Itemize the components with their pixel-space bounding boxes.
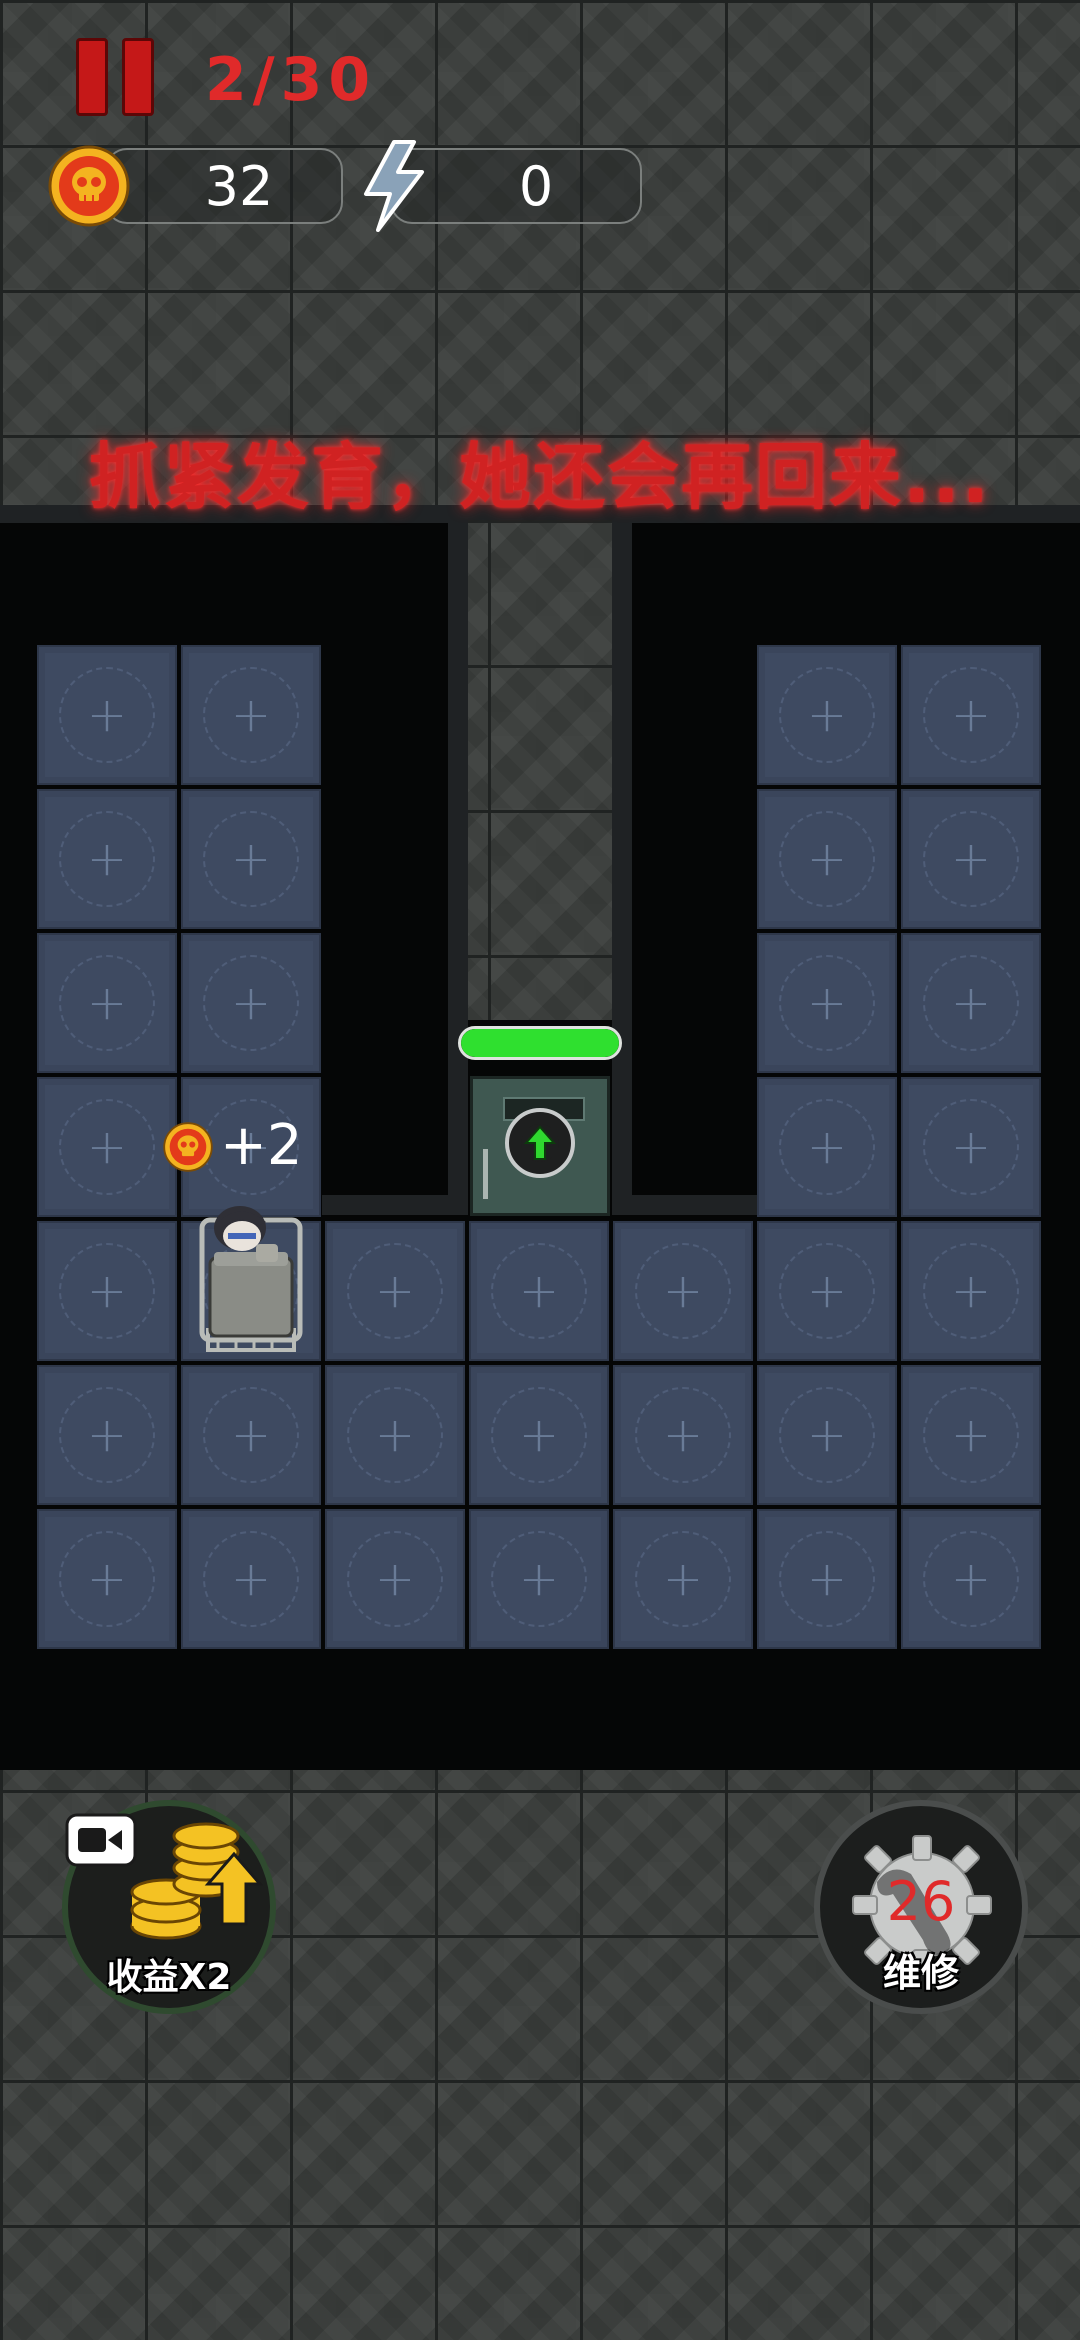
floor-tile[interactable] xyxy=(901,1221,1041,1361)
floor-tile[interactable] xyxy=(469,1365,609,1505)
pause-icon-bar xyxy=(122,38,154,116)
floor-tile[interactable] xyxy=(757,1077,897,1217)
reward-amount: +2 xyxy=(220,1113,303,1178)
coin-counter: 32 xyxy=(105,148,343,224)
room-ledge-right xyxy=(612,1195,758,1215)
door-upgrade-button[interactable] xyxy=(505,1108,575,1178)
floor-tile[interactable] xyxy=(37,1077,177,1217)
floor-tile[interactable] xyxy=(37,789,177,929)
door-health-fill xyxy=(461,1029,619,1057)
income-x2-button[interactable]: 收益X2 xyxy=(62,1800,276,2014)
floor-tile[interactable] xyxy=(181,1365,321,1505)
warning-message: 抓紧发育，她还会再回来... xyxy=(88,435,992,519)
skull-coin-icon xyxy=(48,145,130,227)
floor-tile[interactable] xyxy=(325,1509,465,1649)
room-ledge-left xyxy=(322,1195,468,1215)
floor-tile[interactable] xyxy=(613,1365,753,1505)
floor-tile[interactable] xyxy=(901,1365,1041,1505)
floor-tile[interactable] xyxy=(37,1509,177,1649)
corridor-wall-right xyxy=(612,505,632,1215)
floor-tile[interactable] xyxy=(325,1365,465,1505)
wave-counter: 2/30 xyxy=(205,45,377,115)
up-arrow-icon xyxy=(521,1124,559,1162)
floor-tile[interactable] xyxy=(901,1077,1041,1217)
floor-tile[interactable] xyxy=(613,1509,753,1649)
floor-tile[interactable] xyxy=(469,1221,609,1361)
floor-tile[interactable] xyxy=(181,1509,321,1649)
floor-tile[interactable] xyxy=(757,1221,897,1361)
energy-count: 0 xyxy=(518,154,554,218)
floor-tile[interactable] xyxy=(37,933,177,1073)
coins-up-icon xyxy=(130,1822,264,1940)
floor-tile[interactable] xyxy=(901,1509,1041,1649)
floor-tile[interactable] xyxy=(901,645,1041,785)
floor-tile[interactable] xyxy=(469,1509,609,1649)
floor-tile[interactable] xyxy=(901,933,1041,1073)
floor-tile[interactable] xyxy=(757,645,897,785)
floor-tile[interactable] xyxy=(757,789,897,929)
character-in-bed[interactable] xyxy=(196,1200,306,1365)
floor-tile[interactable] xyxy=(181,789,321,929)
floor-tile[interactable] xyxy=(181,933,321,1073)
repair-label: 维修 xyxy=(882,1951,959,1995)
corridor xyxy=(468,520,612,1020)
repair-button[interactable]: 26 维修 xyxy=(814,1800,1028,2014)
corridor-wall-left xyxy=(448,505,468,1215)
repair-cost: 26 xyxy=(886,1870,956,1933)
door-handle xyxy=(483,1149,488,1199)
floor-tile[interactable] xyxy=(37,1221,177,1361)
skull-coin-icon xyxy=(163,1122,213,1172)
coin-count: 32 xyxy=(204,154,274,218)
floor-tile[interactable] xyxy=(181,645,321,785)
floor-tile[interactable] xyxy=(757,1509,897,1649)
door-health-bar xyxy=(458,1026,622,1060)
floor-tile[interactable] xyxy=(325,1221,465,1361)
income-x2-label: 收益X2 xyxy=(106,1957,232,1998)
pause-icon xyxy=(76,38,108,116)
floor-tile[interactable] xyxy=(613,1221,753,1361)
floor-tile[interactable] xyxy=(901,789,1041,929)
floor-tile[interactable] xyxy=(757,1365,897,1505)
lightning-bolt-icon xyxy=(364,140,424,232)
floor-tile[interactable] xyxy=(757,933,897,1073)
floor-tile[interactable] xyxy=(37,645,177,785)
pause-button[interactable] xyxy=(76,38,154,116)
floor-tile[interactable] xyxy=(37,1365,177,1505)
